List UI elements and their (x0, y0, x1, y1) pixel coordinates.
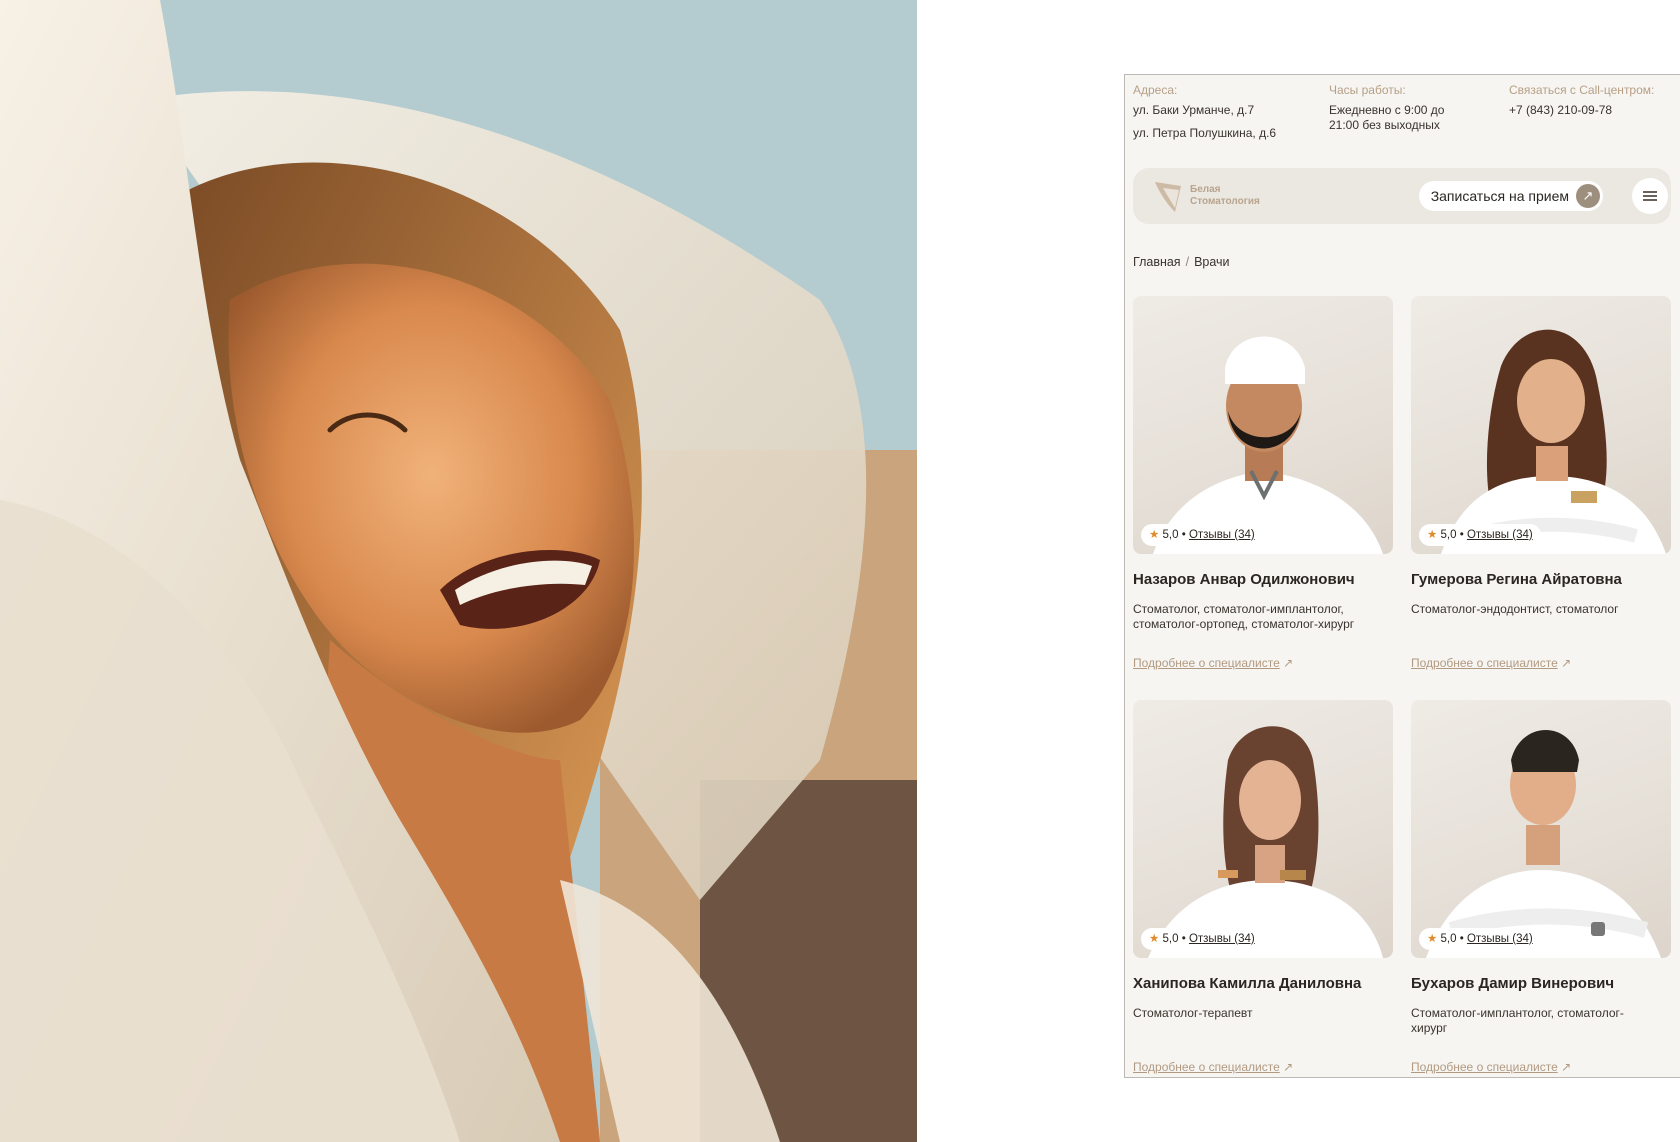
arrow-up-right-icon: ↗ (1576, 184, 1600, 208)
hours-line-2: 21:00 без выходных (1329, 118, 1440, 132)
reviews-link[interactable]: Отзывы (34) (1189, 933, 1255, 945)
logo-text[interactable]: Белая Стоматология (1190, 184, 1260, 208)
doctor-card[interactable]: ★ 5,0 • Отзывы (34) Ханипова Камилла Дан… (1133, 700, 1393, 1074)
star-icon: ★ (1427, 933, 1438, 945)
specialty-line: Стоматолог, стоматолог-имплантолог, (1133, 602, 1344, 616)
arrow-up-right-icon: ↗ (1561, 1060, 1572, 1074)
smiling-woman-illustration (0, 0, 917, 1142)
doctor-specialty: Стоматолог-эндодонтист, стоматолог (1411, 602, 1671, 634)
doctor-name[interactable]: Гумерова Регина Айратовна (1411, 571, 1671, 588)
doctor-portrait-illustration (1441, 329, 1666, 554)
details-link-label: Подробнее о специалисте (1411, 656, 1558, 670)
doctor-card[interactable]: ★ 5,0 • Отзывы (34) Бухаров Дамир Винеро… (1411, 700, 1671, 1074)
addresses-block: Адреса: ул. Баки Урманче, д.7 ул. Петра … (1133, 83, 1276, 141)
breadcrumb-home[interactable]: Главная (1133, 255, 1181, 269)
doctor-photo[interactable]: ★ 5,0 • Отзывы (34) (1133, 296, 1393, 554)
doctor-specialty: Стоматолог-имплантолог, стоматолог- хиру… (1411, 1006, 1671, 1038)
arrow-up-right-icon: ↗ (1283, 1060, 1294, 1074)
reviews-link[interactable]: Отзывы (34) (1467, 933, 1533, 945)
details-link-label: Подробнее о специалисте (1133, 656, 1280, 670)
hours-label: Часы работы: (1329, 83, 1406, 97)
star-icon: ★ (1149, 933, 1160, 945)
star-icon: ★ (1149, 529, 1160, 541)
call-center-label: Связаться с Call-центром: (1509, 83, 1655, 97)
doctor-card[interactable]: ★ 5,0 • Отзывы (34) Назаров Анвар Одилжо… (1133, 296, 1393, 670)
address-2[interactable]: ул. Петра Полушкина, д.6 (1133, 126, 1276, 141)
breadcrumb-separator: / (1185, 255, 1190, 269)
specialty-line: Стоматолог-имплантолог, стоматолог- (1411, 1006, 1624, 1020)
specialty-line: стоматолог-ортопед, стоматолог-хирург (1133, 617, 1355, 631)
mobile-page-mockup: Адреса: ул. Баки Урманче, д.7 ул. Петра … (1124, 74, 1680, 1078)
rating-value: 5,0 (1162, 529, 1179, 541)
specialty-line: Стоматолог-терапевт (1133, 1006, 1253, 1020)
call-center-block: Связаться с Call-центром: +7 (843) 210-0… (1509, 83, 1654, 118)
rating-value: 5,0 (1162, 933, 1179, 945)
addresses-label: Адреса: (1133, 83, 1178, 97)
rating-badge: ★ 5,0 • Отзывы (34) (1419, 524, 1541, 546)
book-appointment-label: Записаться на прием (1430, 188, 1569, 204)
rating-value: 5,0 (1440, 529, 1457, 541)
doctor-details-link[interactable]: Подробнее о специалисте ↗ (1411, 1060, 1671, 1074)
reviews-link[interactable]: Отзывы (34) (1189, 529, 1255, 541)
doctor-name[interactable]: Назаров Анвар Одилжонович (1133, 571, 1393, 588)
breadcrumb-current: Врачи (1194, 255, 1230, 269)
breadcrumb: Главная / Врачи (1133, 255, 1230, 269)
rating-badge: ★ 5,0 • Отзывы (34) (1141, 928, 1263, 950)
doctor-name[interactable]: Бухаров Дамир Винерович (1411, 975, 1671, 992)
arrow-up-right-icon: ↗ (1283, 656, 1294, 670)
specialty-line: хирург (1411, 1021, 1448, 1035)
hours-line-1: Ежедневно с 9:00 до (1329, 103, 1445, 117)
logo-line-1: Белая (1190, 184, 1221, 195)
doctor-photo[interactable]: ★ 5,0 • Отзывы (34) (1411, 296, 1671, 554)
doctor-portrait-illustration (1153, 336, 1383, 554)
contact-info-bar: Адреса: ул. Баки Урманче, д.7 ул. Петра … (1133, 83, 1680, 153)
reviews-link[interactable]: Отзывы (34) (1467, 529, 1533, 541)
doctor-photo[interactable]: ★ 5,0 • Отзывы (34) (1133, 700, 1393, 958)
logo-line-2: Стоматология (1190, 196, 1260, 207)
details-link-label: Подробнее о специалисте (1411, 1060, 1558, 1074)
doctor-name[interactable]: Ханипова Камилла Даниловна (1133, 975, 1393, 992)
star-icon: ★ (1427, 529, 1438, 541)
arrow-up-right-icon: ↗ (1561, 656, 1572, 670)
doctor-details-link[interactable]: Подробнее о специалисте ↗ (1133, 656, 1393, 670)
doctor-specialty: Стоматолог, стоматолог-имплантолог, стом… (1133, 602, 1393, 634)
doctor-card[interactable]: ★ 5,0 • Отзывы (34) Гумерова Регина Айра… (1411, 296, 1671, 670)
rating-value: 5,0 (1440, 933, 1457, 945)
book-appointment-button[interactable]: Записаться на прием ↗ (1418, 181, 1603, 211)
doctor-portrait-illustration (1426, 730, 1661, 958)
navbar: Белая Стоматология Записаться на прием ↗ (1133, 168, 1671, 224)
hours-block: Часы работы: Ежедневно с 9:00 до 21:00 б… (1329, 83, 1444, 133)
rating-badge: ★ 5,0 • Отзывы (34) (1419, 928, 1541, 950)
doctor-photo[interactable]: ★ 5,0 • Отзывы (34) (1411, 700, 1671, 958)
hero-photo (0, 0, 917, 1142)
specialty-line: Стоматолог-эндодонтист, стоматолог (1411, 602, 1619, 616)
doctor-portrait-illustration (1148, 726, 1383, 958)
doctor-specialty: Стоматолог-терапевт (1133, 1006, 1393, 1038)
phone-number[interactable]: +7 (843) 210-09-78 (1509, 103, 1654, 118)
doctor-details-link[interactable]: Подробнее о специалисте ↗ (1411, 656, 1671, 670)
details-link-label: Подробнее о специалисте (1133, 1060, 1280, 1074)
doctor-details-link[interactable]: Подробнее о специалисте ↗ (1133, 1060, 1393, 1074)
rating-badge: ★ 5,0 • Отзывы (34) (1141, 524, 1263, 546)
address-1[interactable]: ул. Баки Урманче, д.7 (1133, 103, 1276, 118)
hamburger-menu-icon[interactable] (1632, 178, 1668, 214)
tooth-logo-icon[interactable] (1151, 176, 1191, 216)
